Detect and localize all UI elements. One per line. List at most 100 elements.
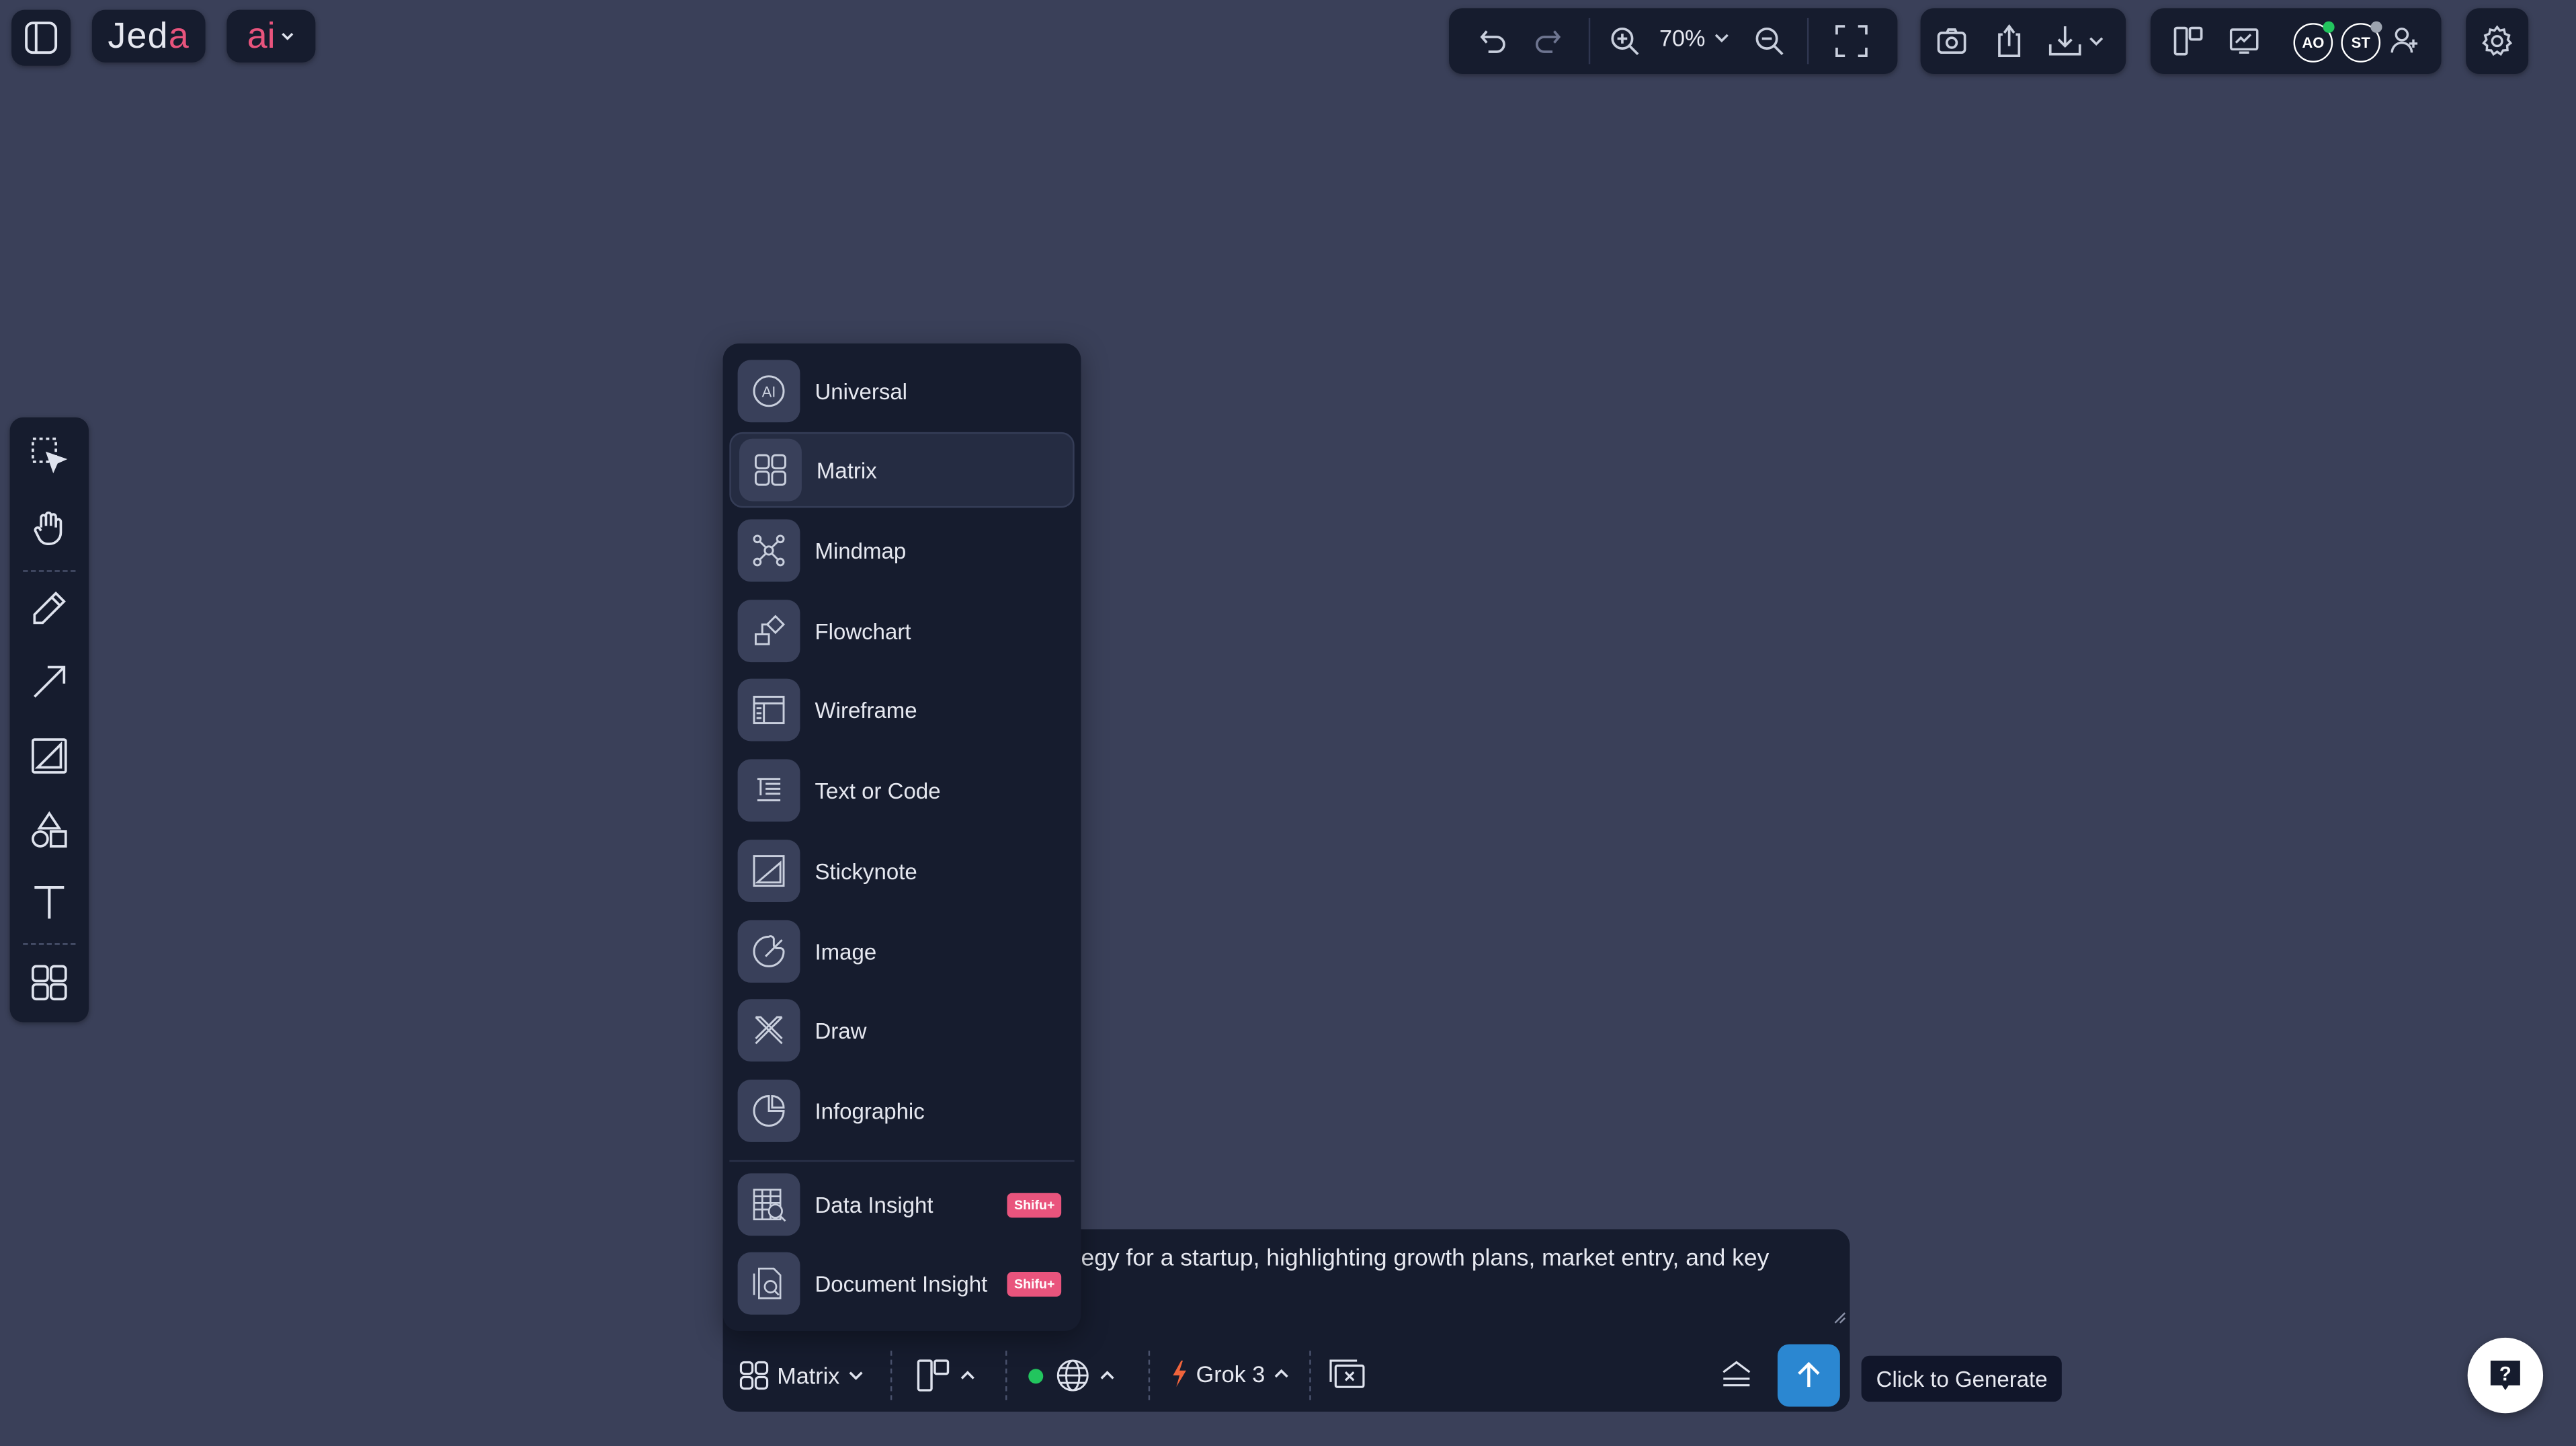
invite-user-button[interactable] xyxy=(2380,16,2429,65)
logo-text: Jeda xyxy=(108,15,190,58)
undo-button[interactable] xyxy=(1468,16,1518,65)
chat-icon xyxy=(1327,1357,1367,1394)
settings-button[interactable] xyxy=(2466,8,2529,75)
menu-item-label: Flowchart xyxy=(815,618,911,644)
fullscreen-button[interactable] xyxy=(1827,16,1876,65)
menu-item-label: Mindmap xyxy=(815,538,907,563)
prompt-input[interactable]: egy for a startup, highlighting growth p… xyxy=(1081,1246,1836,1272)
model-dropdown[interactable]: Grok 3 xyxy=(1169,1359,1291,1389)
screenshot-button[interactable] xyxy=(1927,16,1976,65)
select-tool[interactable] xyxy=(25,430,74,479)
menu-item-universal[interactable]: AI Universal xyxy=(729,354,1074,429)
menu-item-flowchart[interactable]: Flowchart xyxy=(729,593,1074,668)
mode-dropdown[interactable]: Matrix xyxy=(738,1359,866,1392)
separator xyxy=(1806,17,1809,65)
draw-icon xyxy=(737,999,800,1062)
menu-item-label: Wireframe xyxy=(815,697,917,723)
ai-circle-icon: AI xyxy=(737,360,800,423)
menu-item-image[interactable]: Image xyxy=(729,914,1074,989)
chevron-down-icon xyxy=(1712,28,1731,48)
online-status-dot xyxy=(2323,21,2335,33)
infographic-icon xyxy=(737,1080,800,1142)
separator xyxy=(23,570,76,572)
web-status-dot xyxy=(1028,1368,1044,1383)
wireframe-icon xyxy=(737,678,800,741)
chevron-down-icon xyxy=(846,1365,866,1385)
menu-item-label: Text or Code xyxy=(815,778,941,803)
help-button[interactable]: ? xyxy=(2467,1337,2544,1414)
plan-badge: Shifu+ xyxy=(1007,1192,1062,1217)
arrow-icon xyxy=(30,662,69,702)
generate-button[interactable] xyxy=(1777,1344,1840,1407)
tool-rail xyxy=(9,417,89,1022)
sidebar-panel-icon xyxy=(23,19,59,56)
upload-icon xyxy=(1993,23,2026,59)
zoom-level-dropdown[interactable]: 70% xyxy=(1659,25,1732,51)
flowchart-icon xyxy=(737,600,800,663)
redo-button[interactable] xyxy=(1523,16,1572,65)
collaboration-toolbar: AO ST xyxy=(2150,8,2442,75)
collapse-prompt-button[interactable] xyxy=(1718,1359,1755,1392)
web-search-dropdown[interactable] xyxy=(1028,1357,1117,1394)
lightning-icon xyxy=(1169,1359,1189,1389)
separator xyxy=(1588,17,1591,65)
chat-context-button[interactable] xyxy=(1327,1357,1367,1394)
grid-icon xyxy=(30,963,69,1002)
menu-item-label: Document Insight xyxy=(815,1271,988,1296)
ai-menu-button[interactable]: ai xyxy=(226,9,316,63)
menu-item-draw[interactable]: Draw xyxy=(729,992,1074,1068)
chevron-down-icon xyxy=(278,28,294,44)
svg-text:?: ? xyxy=(2499,1363,2511,1385)
menu-item-label: Stickynote xyxy=(815,858,917,883)
share-button[interactable] xyxy=(1985,16,2034,65)
generate-tooltip: Click to Generate xyxy=(1861,1355,2063,1402)
app-logo[interactable]: Jeda xyxy=(91,9,206,63)
layout-dropdown[interactable] xyxy=(915,1357,978,1394)
avatar-initials: ST xyxy=(2351,34,2370,51)
layout-panels-icon xyxy=(915,1357,952,1394)
zoom-out-icon xyxy=(1753,25,1786,58)
menu-item-text-or-code[interactable]: Text or Code xyxy=(729,753,1074,828)
zoom-level: 70% xyxy=(1659,24,1706,51)
presentation-button[interactable] xyxy=(2220,16,2269,65)
resize-handle-icon[interactable] xyxy=(1833,1312,1847,1325)
zoom-in-button[interactable] xyxy=(1600,16,1649,65)
stickynote-tool[interactable] xyxy=(25,731,74,780)
hand-tool[interactable] xyxy=(25,503,74,552)
shapes-tool[interactable] xyxy=(25,805,74,854)
menu-item-label: Draw xyxy=(815,1018,867,1043)
separator xyxy=(1309,1351,1311,1400)
chevron-down-icon xyxy=(2087,31,2106,50)
chevron-up-icon xyxy=(1272,1364,1291,1383)
menu-item-mindmap[interactable]: Mindmap xyxy=(729,513,1074,588)
text-icon xyxy=(30,883,69,922)
sidebar-toggle-button[interactable] xyxy=(11,9,71,66)
chevron-up-icon xyxy=(958,1365,977,1385)
stickynote-icon xyxy=(737,840,800,903)
layout-button[interactable] xyxy=(2163,16,2212,65)
menu-item-document-insight[interactable]: Document Insight Shifu+ xyxy=(729,1246,1074,1321)
menu-item-data-insight[interactable]: Data Insight Shifu+ xyxy=(729,1167,1074,1242)
gear-icon xyxy=(2481,25,2513,58)
avatar[interactable]: AO xyxy=(2293,21,2335,63)
pen-icon xyxy=(30,588,69,628)
mode-menu: AI Universal Matrix Mindmap Flowchart Wirefra… xyxy=(722,343,1081,1332)
menu-item-matrix[interactable]: Matrix xyxy=(729,432,1075,508)
zoom-out-button[interactable] xyxy=(1745,16,1794,65)
download-dropdown[interactable] xyxy=(2047,23,2106,59)
pen-tool[interactable] xyxy=(25,584,74,633)
logo-text-main: Jed xyxy=(108,15,169,56)
menu-item-label: Universal xyxy=(815,378,908,404)
logo-text-accent: a xyxy=(168,15,190,56)
arrow-tool[interactable] xyxy=(25,657,74,707)
shapes-icon xyxy=(30,810,69,850)
text-tool[interactable] xyxy=(25,877,74,926)
menu-item-stickynote[interactable]: Stickynote xyxy=(729,833,1074,908)
menu-item-wireframe[interactable]: Wireframe xyxy=(729,672,1074,748)
menu-item-infographic[interactable]: Infographic xyxy=(729,1073,1074,1148)
avatar[interactable]: ST xyxy=(2341,21,2382,63)
collapse-icon xyxy=(1718,1359,1755,1392)
separator xyxy=(23,943,76,945)
svg-text:AI: AI xyxy=(762,383,776,400)
apps-tool[interactable] xyxy=(25,958,74,1007)
